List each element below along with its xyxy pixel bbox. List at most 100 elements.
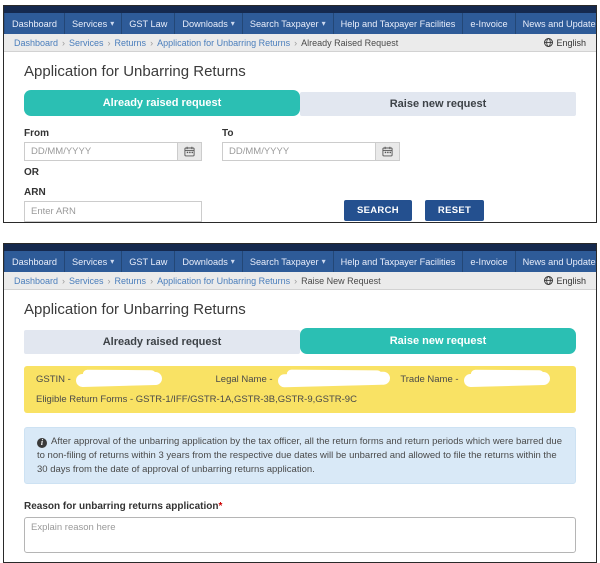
breadcrumb-link-dashboard[interactable]: Dashboard	[14, 38, 58, 48]
reset-button[interactable]: RESET	[424, 200, 485, 221]
globe-icon	[544, 38, 554, 47]
nav-item-label: Help and Taxpayer Facilities	[340, 18, 456, 29]
chevron-down-icon: ▾	[110, 18, 115, 28]
chevron-down-icon: ▾	[230, 18, 235, 28]
nav-item-services[interactable]: Services ▾	[65, 251, 123, 272]
breadcrumb: Dashboard › Services › Returns › Applica…	[4, 34, 596, 52]
nav-item-label: e-Invoice	[470, 18, 508, 29]
nav-item-label: Downloads	[182, 18, 228, 29]
nav-item-label: News and Updates	[522, 18, 596, 29]
from-label: From	[24, 128, 49, 139]
breadcrumb-separator: ›	[107, 275, 111, 286]
nav-item-label: Services	[71, 256, 108, 267]
tab-already-raised-request[interactable]: Already raised request	[24, 330, 300, 354]
reason-label: Reason for unbarring returns application…	[24, 501, 223, 513]
form-actions: SEARCH RESET	[344, 200, 485, 221]
info-icon: i	[37, 437, 47, 448]
breadcrumb: Dashboard › Services › Returns › Applica…	[4, 272, 596, 290]
breadcrumb-link-unbarring[interactable]: Application for Unbarring Returns	[157, 38, 290, 48]
breadcrumb-current: Raise New Request	[301, 275, 381, 286]
nav-item-search-taxpayer[interactable]: Search Taxpayer ▾	[243, 251, 334, 272]
breadcrumb-link-returns[interactable]: Returns	[115, 276, 147, 286]
info-note-text: After approval of the unbarring applicat…	[37, 436, 563, 475]
language-label: English	[556, 275, 586, 286]
to-date-field: To	[222, 128, 400, 161]
breadcrumb-link-unbarring[interactable]: Application for Unbarring Returns	[157, 276, 290, 286]
page-title: Application for Unbarring Returns	[24, 301, 246, 318]
chevron-down-icon: ▾	[321, 256, 326, 266]
reason-textarea[interactable]	[24, 517, 576, 554]
nav-item-downloads[interactable]: Downloads ▾	[175, 13, 243, 34]
chevron-down-icon: ▾	[321, 18, 326, 28]
nav-item-gst-law[interactable]: GST Law	[122, 13, 176, 34]
nav-item-gst-law[interactable]: GST Law	[122, 251, 176, 272]
tab-bar: Already raised request Raise new request	[24, 90, 576, 116]
breadcrumb-current: Already Raised Request	[301, 37, 399, 48]
nav-item-news-updates[interactable]: News and Updates	[516, 13, 596, 34]
redacted-legal-name-value	[277, 371, 390, 388]
breadcrumb-link-services[interactable]: Services	[69, 276, 104, 286]
from-date-input[interactable]	[24, 142, 178, 161]
info-note: i After approval of the unbarring applica…	[24, 427, 576, 485]
nav-item-e-invoice[interactable]: e-Invoice	[463, 13, 516, 34]
nav-item-help-facilities[interactable]: Help and Taxpayer Facilities	[334, 13, 464, 34]
globe-icon	[544, 276, 554, 285]
breadcrumb-separator: ›	[107, 37, 111, 48]
to-label: To	[222, 128, 234, 139]
nav-item-label: Downloads	[182, 256, 228, 267]
breadcrumb-separator: ›	[150, 275, 154, 286]
tab-raise-new-request[interactable]: Raise new request	[300, 328, 576, 354]
nav-item-label: Search Taxpayer	[249, 18, 319, 29]
taxpayer-details-box: GSTIN - Legal Name - Trade Name - Eligib…	[24, 366, 576, 413]
page-content: Application for Unbarring Returns Alread…	[4, 52, 596, 222]
breadcrumb-separator: ›	[294, 275, 298, 286]
nav-item-dashboard[interactable]: Dashboard	[4, 13, 65, 34]
from-calendar-button[interactable]	[178, 142, 202, 161]
top-strip	[4, 244, 596, 251]
nav-item-label: News and Updates	[522, 256, 596, 267]
language-label: English	[556, 37, 586, 48]
breadcrumb-separator: ›	[62, 275, 66, 286]
nav-item-label: Dashboard	[12, 18, 57, 29]
page-title: Application for Unbarring Returns	[24, 63, 246, 80]
nav-item-news-updates[interactable]: News and Updates	[516, 251, 596, 272]
calendar-icon	[184, 146, 195, 157]
nav-item-services[interactable]: Services ▾	[65, 13, 123, 34]
to-calendar-button[interactable]	[376, 142, 400, 161]
arn-section: ARN SEARCH RESET	[24, 187, 576, 222]
tab-raise-new-request[interactable]: Raise new request	[300, 92, 576, 116]
nav-item-label: Search Taxpayer	[249, 256, 319, 267]
arn-field: ARN	[24, 187, 202, 222]
nav-item-help-facilities[interactable]: Help and Taxpayer Facilities	[334, 251, 464, 272]
breadcrumb-link-services[interactable]: Services	[69, 38, 104, 48]
chevron-down-icon: ▾	[230, 256, 235, 266]
nav-item-label: Services	[71, 18, 108, 29]
main-nav: Dashboard Services ▾ GST Law Downloads ▾ S…	[4, 251, 596, 272]
language-selector[interactable]: English	[544, 276, 586, 286]
gstin-label: GSTIN -	[36, 374, 71, 385]
main-nav: Dashboard Services ▾ GST Law Downloads ▾ S…	[4, 13, 596, 34]
nav-item-label: GST Law	[129, 256, 168, 267]
nav-item-downloads[interactable]: Downloads ▾	[175, 251, 243, 272]
nav-item-search-taxpayer[interactable]: Search Taxpayer ▾	[243, 13, 334, 34]
arn-input[interactable]	[24, 201, 202, 222]
breadcrumb-link-dashboard[interactable]: Dashboard	[14, 276, 58, 286]
breadcrumb-separator: ›	[62, 37, 66, 48]
reason-section: Reason for unbarring returns application…	[24, 496, 576, 562]
arn-label: ARN	[24, 187, 46, 198]
language-selector[interactable]: English	[544, 38, 586, 48]
tab-already-raised-request[interactable]: Already raised request	[24, 90, 300, 116]
redacted-trade-name-value	[463, 371, 550, 388]
search-button[interactable]: SEARCH	[344, 200, 412, 221]
date-range-row: From To	[24, 128, 576, 161]
top-strip	[4, 6, 596, 13]
nav-item-e-invoice[interactable]: e-Invoice	[463, 251, 516, 272]
to-date-input[interactable]	[222, 142, 376, 161]
chevron-down-icon: ▾	[110, 256, 115, 266]
breadcrumb-link-returns[interactable]: Returns	[115, 38, 147, 48]
eligible-return-forms: Eligible Return Forms - GSTR-1/IFF/GSTR-…	[36, 394, 357, 405]
breadcrumb-separator: ›	[294, 37, 298, 48]
page-content: Application for Unbarring Returns Alread…	[4, 290, 596, 562]
nav-item-dashboard[interactable]: Dashboard	[4, 251, 65, 272]
nav-item-label: e-Invoice	[470, 256, 508, 267]
